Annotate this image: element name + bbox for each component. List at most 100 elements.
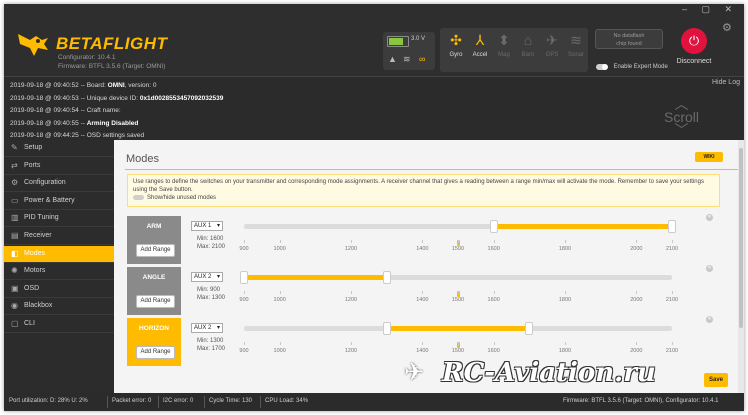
scale-tick: [351, 240, 352, 243]
accel-icon: ⅄: [475, 32, 485, 48]
hide-log-link[interactable]: Hide Log: [712, 79, 740, 86]
add-range-button[interactable]: Add Range: [136, 346, 175, 359]
disconnect-button[interactable]: ⏻ Disconnect: [672, 28, 716, 72]
sidebar-item-pid-tuning[interactable]: ▥ PID Tuning: [4, 210, 114, 228]
sensor-label: Mag: [498, 52, 510, 58]
sensor-label: Accel: [472, 52, 488, 58]
sidebar-item-osd[interactable]: ▣ OSD: [4, 281, 114, 298]
scale-tick: [458, 240, 459, 243]
modes-icon: ◧: [11, 248, 19, 258]
scale-tick: [493, 342, 495, 345]
scale-tick-label: 1400: [416, 348, 429, 354]
scale-tick: [672, 240, 673, 243]
gps-icon: ✈: [546, 32, 558, 48]
range-fill: [244, 275, 387, 280]
remove-range-icon[interactable]: ✕: [706, 265, 713, 272]
sensor-panel: ✣ Gyro ⅄ Accel ⬍ Mag ⌂ Baro ✈ GPS ≋ Sonar: [440, 28, 588, 72]
scale-tick-label: 2000: [630, 348, 643, 354]
sidebar-item-receiver[interactable]: ▤ Receiver: [4, 228, 114, 245]
sidebar-item-power-battery[interactable]: ▭ Power & Battery: [4, 193, 114, 210]
wiki-button[interactable]: WIKI: [695, 152, 723, 162]
scale-tick-label: 1000: [273, 297, 286, 303]
sidebar-item-motors[interactable]: ✺ Motors: [4, 263, 114, 281]
firmware-status: Firmware: BTFL 3.5.6 (Target: OMNI), Con…: [563, 398, 719, 404]
save-button[interactable]: Save: [704, 373, 728, 387]
scale-tick-label: 1800: [558, 348, 572, 354]
range-max-handle[interactable]: [382, 271, 391, 284]
scale-tick-label: 1600: [487, 297, 500, 303]
dataflash-status: No dataflash chip found: [595, 29, 663, 49]
port-utilization: Port utilization: D: 28% U: 2%: [9, 398, 88, 404]
range-slider-track[interactable]: [244, 322, 672, 348]
sidebar-item-ports[interactable]: ⇄ Ports: [4, 158, 114, 175]
show-hide-toggle[interactable]: [133, 194, 144, 200]
range-min-handle[interactable]: [382, 322, 391, 335]
baro-icon: ⌂: [523, 32, 533, 48]
battery-icon: [387, 36, 409, 47]
sensor-mag: ⬍ Mag: [492, 32, 516, 58]
scale-tick-label: 1500: [451, 297, 465, 303]
page-title: Modes: [126, 153, 160, 165]
mag-icon: ⬍: [498, 32, 510, 48]
status-separator: [107, 396, 108, 408]
remove-range-icon[interactable]: ✕: [706, 214, 713, 221]
range-slider-track[interactable]: [244, 220, 676, 246]
range-max-handle[interactable]: [525, 322, 534, 335]
scale-tick-label: 2100: [665, 246, 679, 252]
range-min-handle[interactable]: [489, 220, 498, 233]
log-text: 2019-09-18 @ 09:40:55 --: [10, 119, 87, 127]
log-text: 2019-09-18 @ 09:40:52 -- Board:: [10, 82, 108, 89]
scale-tick-label: 2100: [665, 297, 679, 303]
show-hide-label: Show/hide unused modes: [147, 195, 217, 201]
sensor-sonar: ≋ Sonar: [564, 32, 588, 58]
add-range-button[interactable]: Add Range: [136, 244, 175, 257]
range-fill: [493, 224, 672, 229]
scale-tick: [458, 342, 459, 345]
scale-tick: [493, 240, 495, 243]
sidebar-item-label: Setup: [24, 144, 43, 151]
expert-mode-toggle[interactable]: Enable Expert Mode: [596, 58, 668, 76]
cpu-load: CPU Load: 34%: [265, 398, 309, 404]
mode-row-angle: ANGLE Add Range AUX 2 Min: 900 Max: 1300 900 1…: [127, 265, 722, 315]
battery-panel: 3.0 V ▲ ≋ ∞: [383, 32, 435, 70]
content-scrollbar[interactable]: [738, 140, 744, 393]
scale-tick-label: 900: [239, 348, 249, 354]
mode-name: ANGLE: [142, 274, 166, 281]
sidebar: ✎ Setup ⇄ Ports ⚙ Configuration ▭ Power & Batte…: [4, 140, 114, 393]
sidebar-item-modes[interactable]: ◧ Modes: [4, 245, 114, 263]
log-text: 2019-09-18 @ 09:40:54 -- Craft name:: [10, 107, 121, 114]
scale-tick: [565, 342, 566, 345]
sidebar-item-configuration[interactable]: ⚙ Configuration: [4, 175, 114, 193]
range-max-handle[interactable]: [668, 220, 676, 233]
pid-icon: ▥: [11, 213, 19, 223]
sidebar-item-setup[interactable]: ✎ Setup: [4, 140, 114, 157]
sensor-gps: ✈ GPS: [540, 32, 564, 58]
scale-tick-label: 1800: [558, 297, 572, 303]
settings-gear-icon[interactable]: ⚙: [722, 21, 732, 34]
log-line: 2019-09-18 @ 09:40:52 -- Board: OMNI, ve…: [10, 82, 156, 89]
receiver-icon: ▤: [11, 231, 19, 240]
sidebar-item-blackbox[interactable]: ◉ Blackbox: [4, 298, 114, 316]
sidebar-item-cli[interactable]: ▢ CLI: [4, 316, 114, 333]
channel-select[interactable]: AUX 1: [191, 221, 223, 231]
remove-range-icon[interactable]: ✕: [706, 316, 713, 323]
sidebar-item-label: Modes: [24, 249, 46, 257]
top-bar: – ▢ ✕ BETAFLIGHT Configurator: 10.4.1 Fi…: [4, 4, 744, 76]
toggle-switch-icon[interactable]: [596, 63, 608, 70]
range-min-handle[interactable]: [240, 271, 248, 284]
channel-select[interactable]: AUX 2: [191, 323, 223, 333]
scale-tick: [422, 291, 424, 294]
sonar-icon: ≋: [570, 32, 582, 48]
watermark-text: RC-Aviation.ru: [442, 358, 656, 388]
scroll-toggle[interactable]: ︿ Scroll ﹀: [664, 97, 699, 137]
range-slider-track[interactable]: [240, 271, 672, 297]
channel-select[interactable]: AUX 2: [191, 272, 223, 282]
scrollbar-thumb[interactable]: [739, 148, 743, 328]
scale-tick-label: 2000: [630, 246, 643, 252]
scale-tick: [565, 291, 566, 294]
window-controls[interactable]: – ▢ ✕: [682, 4, 738, 15]
log-bold: OMNI: [107, 82, 125, 89]
scale-tick-label: 1400: [416, 246, 429, 252]
add-range-button[interactable]: Add Range: [136, 295, 175, 308]
sidebar-item-label: Motors: [24, 267, 46, 275]
